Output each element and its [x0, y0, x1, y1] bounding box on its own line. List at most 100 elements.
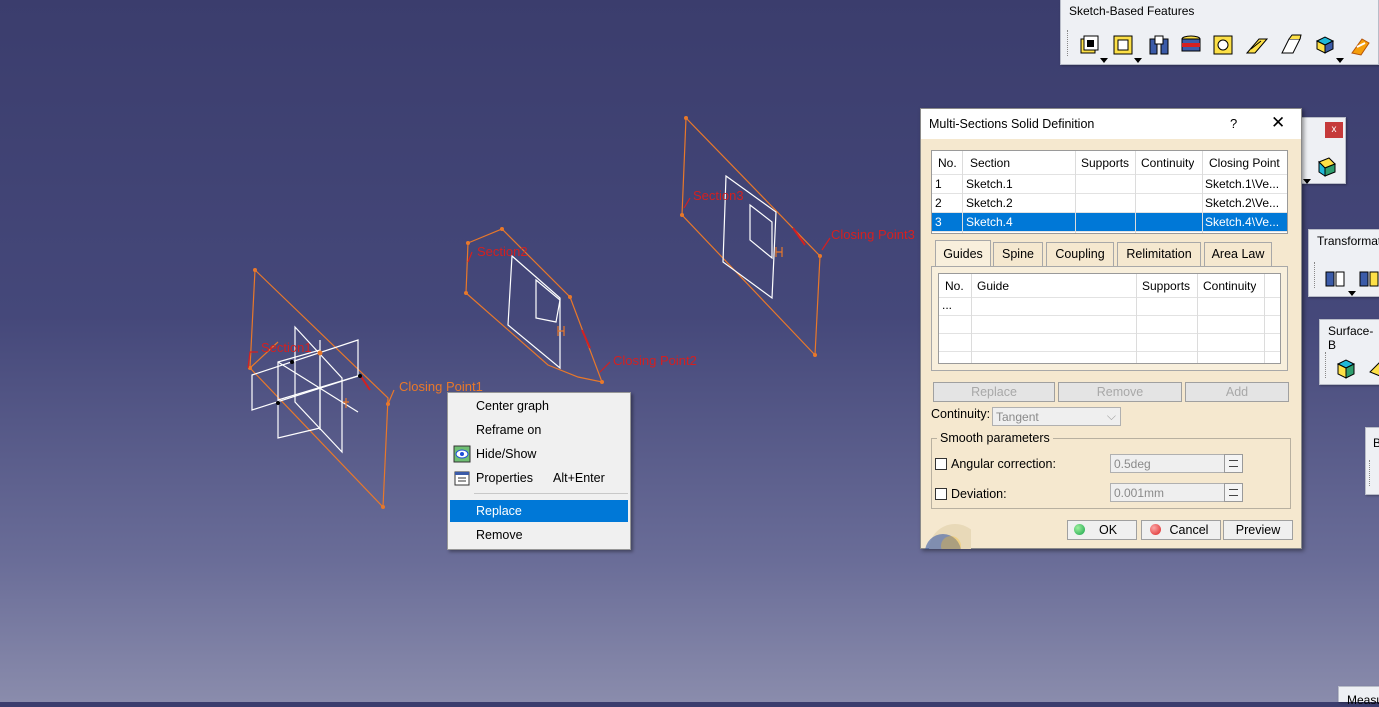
- tab-panel: No. Guide Supports Continuity ...: [931, 266, 1288, 371]
- closing-point-3-label: Closing Point3: [831, 227, 915, 242]
- row-closing-point: Sketch.2\Ve...: [1205, 196, 1280, 210]
- table-row[interactable]: 2 Sketch.2 Sketch.2\Ve...: [932, 194, 1287, 213]
- menu-item-hide-show[interactable]: Hide/Show: [450, 443, 628, 465]
- menu-item-remove[interactable]: Remove: [450, 524, 628, 546]
- tab-strip: Guides Spine Coupling Relimitation Area …: [931, 240, 1291, 268]
- split-icon[interactable]: [1334, 356, 1358, 380]
- table-row[interactable]: 1 Sketch.1 Sketch.1\Ve...: [932, 175, 1287, 194]
- row-closing-point: Sketch.4\Ve...: [1205, 215, 1280, 229]
- angular-spinner[interactable]: [1224, 454, 1243, 473]
- angular-correction-field[interactable]: 0.5deg: [1110, 454, 1225, 473]
- menu-item-replace[interactable]: Replace: [450, 500, 628, 522]
- guides-table[interactable]: No. Guide Supports Continuity ...: [938, 273, 1281, 364]
- mirror-icon[interactable]: [1357, 266, 1379, 290]
- multi-sections-solid-icon[interactable]: [1313, 33, 1337, 57]
- deviation-spinner[interactable]: [1224, 483, 1243, 502]
- help-button[interactable]: ?: [1230, 116, 1237, 131]
- dassault-logo-icon: [925, 524, 971, 549]
- menu-separator: [474, 493, 628, 494]
- header-continuity: Continuity: [1141, 156, 1195, 170]
- deviation-field[interactable]: 0.001mm: [1110, 483, 1225, 502]
- remove-multi-sections-icon[interactable]: [1349, 33, 1373, 57]
- sections-table[interactable]: No. Section Supports Continuity Closing …: [931, 150, 1288, 234]
- angular-correction-checkbox[interactable]: [935, 458, 947, 470]
- close-button[interactable]: ✕: [1271, 113, 1285, 133]
- menu-item-properties[interactable]: Properties Alt+Enter: [450, 467, 628, 489]
- row-no: 3: [935, 215, 942, 229]
- toolbar-title: Measu: [1347, 693, 1379, 707]
- partial-toolbar-b: B: [1365, 427, 1379, 495]
- multi-sections-solid-dialog: Multi-Sections Solid Definition ? ✕ No. …: [920, 108, 1302, 549]
- groove-icon[interactable]: [1179, 33, 1203, 57]
- part-icon[interactable]: [1315, 154, 1339, 178]
- hole-icon[interactable]: [1211, 33, 1235, 57]
- table-row[interactable]: ...: [939, 298, 1280, 316]
- row-section: Sketch.2: [966, 196, 1013, 210]
- tab-coupling[interactable]: Coupling: [1046, 242, 1114, 266]
- add-button[interactable]: Add: [1185, 382, 1289, 402]
- header-no: No.: [945, 279, 964, 293]
- chevron-down-icon: ⌵: [1106, 409, 1116, 423]
- toolbar-title: B: [1373, 436, 1379, 450]
- pad-icon[interactable]: [1077, 33, 1101, 57]
- shaft-icon[interactable]: [1147, 33, 1171, 57]
- section-3-wireframe[interactable]: [680, 116, 822, 357]
- table-row: [939, 334, 1280, 352]
- header-supports: Supports: [1081, 156, 1130, 170]
- continuity-select[interactable]: Tangent ⌵: [992, 407, 1121, 426]
- rib-icon[interactable]: [1245, 33, 1269, 57]
- sketch-based-features-toolbar: Sketch-Based Features: [1060, 0, 1379, 65]
- part-dropdown-icon[interactable]: [1303, 179, 1311, 184]
- thick-surface-icon[interactable]: [1368, 356, 1379, 380]
- surface-based-features-toolbar: Surface-B: [1319, 319, 1379, 385]
- tab-relimitation[interactable]: Relimitation: [1117, 242, 1201, 266]
- ok-button[interactable]: OK: [1067, 520, 1137, 540]
- slot-icon[interactable]: [1279, 33, 1303, 57]
- tab-area-law[interactable]: Area Law: [1204, 242, 1272, 266]
- row-no: 2: [935, 196, 942, 210]
- dialog-titlebar[interactable]: Multi-Sections Solid Definition ? ✕: [921, 109, 1301, 139]
- smooth-parameters-group: Smooth parameters Angular correction: 0.…: [931, 431, 1291, 509]
- cancel-label: Cancel: [1169, 523, 1209, 537]
- header-guide: Guide: [977, 279, 1010, 293]
- deviation-checkbox[interactable]: [935, 488, 947, 500]
- header-continuity: Continuity: [1203, 279, 1257, 293]
- continuity-label: Continuity:: [931, 407, 991, 421]
- translation-dropdown-icon[interactable]: [1348, 291, 1356, 296]
- menu-item-center-graph[interactable]: Center graph: [450, 395, 628, 417]
- row-closing-point: Sketch.1\Ve...: [1205, 177, 1280, 191]
- angular-correction-label: Angular correction:: [951, 457, 1056, 471]
- preview-button[interactable]: Preview: [1223, 520, 1293, 540]
- table-header: No. Section Supports Continuity Closing …: [932, 151, 1287, 175]
- row-section: Sketch.4: [966, 215, 1013, 229]
- remove-button[interactable]: Remove: [1058, 382, 1182, 402]
- header-no: No.: [938, 156, 957, 170]
- replace-button[interactable]: Replace: [933, 382, 1055, 402]
- toolbar-title: Transformat: [1317, 234, 1379, 248]
- toolbar-title: Sketch-Based Features: [1069, 4, 1195, 18]
- small-toolbar: x: [1300, 117, 1346, 184]
- multi-sections-dropdown-icon[interactable]: [1336, 58, 1344, 63]
- tab-spine[interactable]: Spine: [993, 242, 1043, 266]
- table-row[interactable]: 3 Sketch.4 Sketch.4\Ve...: [932, 213, 1287, 232]
- section-2-label: Section2: [477, 244, 528, 259]
- ok-label: OK: [1098, 523, 1118, 537]
- dialog-title: Multi-Sections Solid Definition: [929, 117, 1095, 131]
- pad-dropdown-icon[interactable]: [1100, 58, 1108, 63]
- cancel-button[interactable]: Cancel: [1141, 520, 1221, 540]
- section-3-label: Section3: [693, 188, 744, 203]
- header-section: Section: [970, 156, 1011, 170]
- menu-item-reframe-on[interactable]: Reframe on: [450, 419, 628, 441]
- section-1-wireframe[interactable]: [248, 268, 390, 509]
- pocket-dropdown-icon[interactable]: [1134, 58, 1142, 63]
- closing-point-2-label: Closing Point2: [613, 353, 697, 368]
- section-1-label: Section1: [261, 340, 312, 355]
- translation-icon[interactable]: [1323, 266, 1347, 290]
- row-no: ...: [942, 298, 953, 312]
- tab-guides[interactable]: Guides: [935, 240, 991, 266]
- small-toolbar-close-button[interactable]: x: [1325, 122, 1343, 138]
- header-closing-point: Closing Point: [1209, 156, 1280, 170]
- ok-icon: [1074, 524, 1085, 535]
- pocket-icon[interactable]: [1111, 33, 1135, 57]
- deviation-label: Deviation:: [951, 487, 1007, 501]
